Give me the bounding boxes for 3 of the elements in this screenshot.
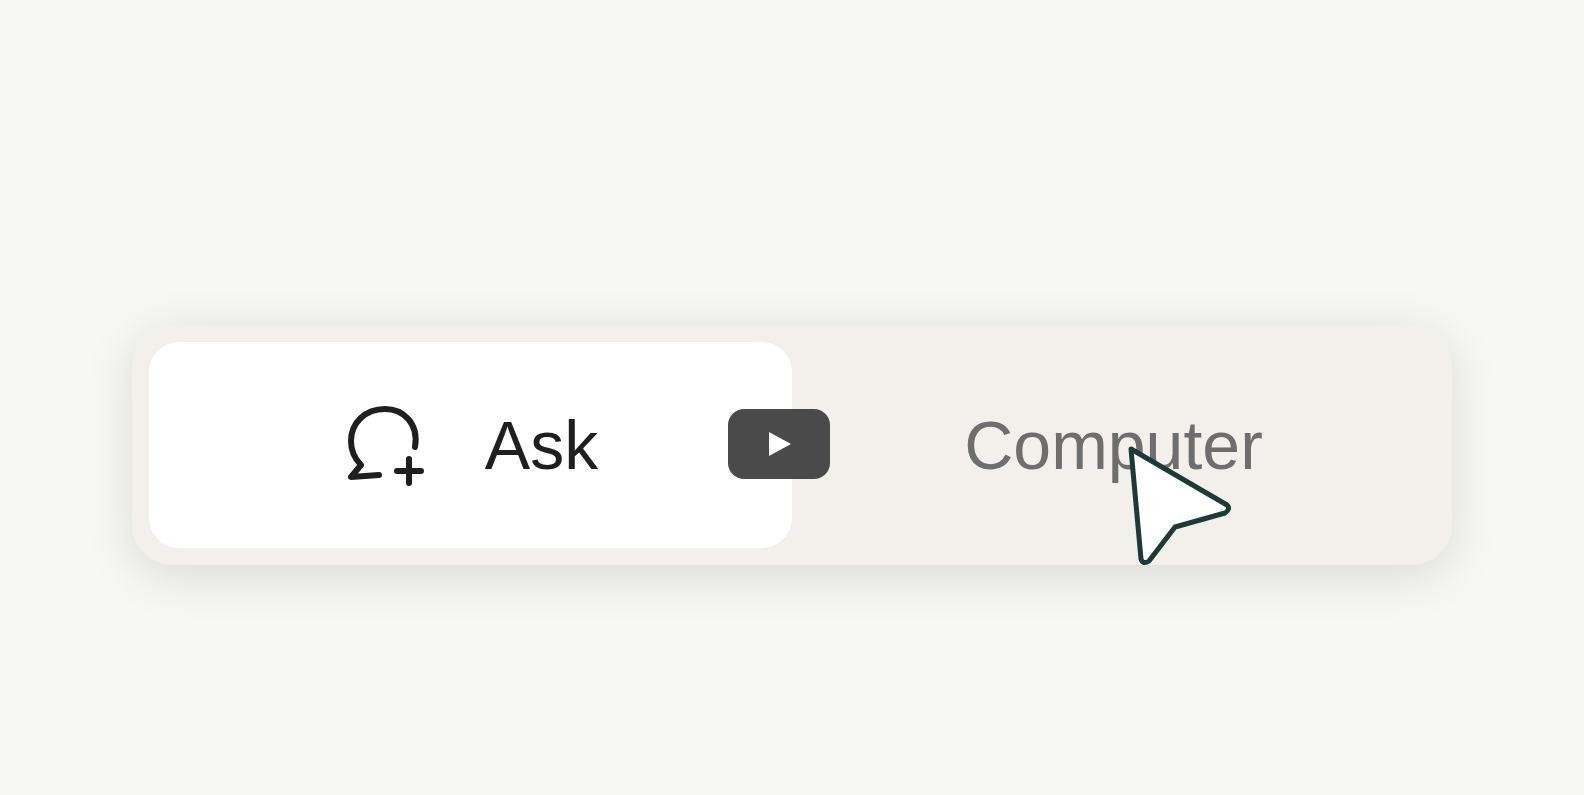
tab[interactable]: Computer (792, 341, 1435, 548)
tab[interactable]: Ask (149, 341, 792, 548)
play-button[interactable] (728, 408, 830, 479)
